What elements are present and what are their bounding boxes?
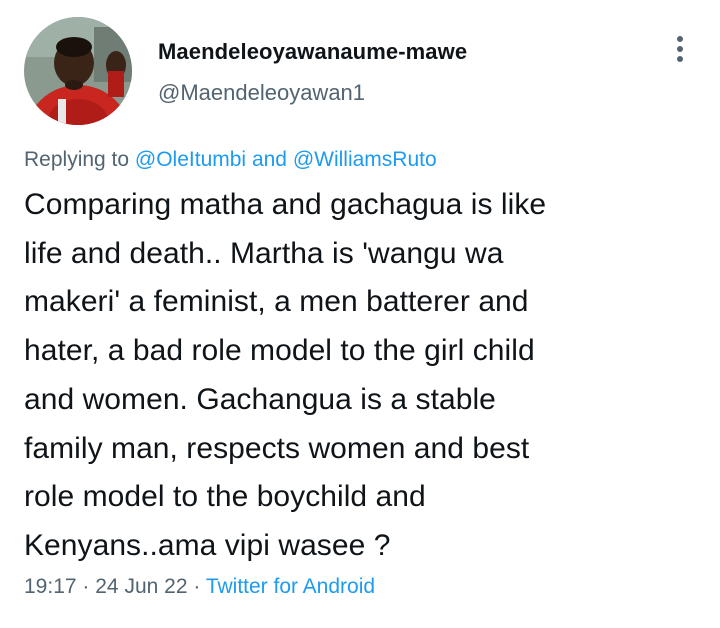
tweet-meta: 19:17 · 24 Jun 22 · Twitter for Android bbox=[24, 572, 375, 602]
author-handle[interactable]: @Maendeleoyawan1 bbox=[158, 80, 467, 106]
avatar[interactable] bbox=[24, 17, 132, 125]
meta-separator: · bbox=[193, 575, 201, 598]
replying-joiner: and bbox=[251, 148, 287, 171]
more-vertical-icon[interactable] bbox=[670, 35, 690, 65]
author-display-name[interactable]: Maendeleoyawanaume-mawe bbox=[158, 37, 467, 67]
tweet: Maendeleoyawanaume-mawe @Maendeleoyawan1… bbox=[0, 0, 720, 628]
replying-to-line: Replying to @OleItumbi and @WilliamsRuto bbox=[24, 145, 437, 175]
replying-prefix: Replying to bbox=[24, 148, 130, 171]
author-names: Maendeleoyawanaume-mawe @Maendeleoyawan1 bbox=[158, 37, 467, 106]
tweet-source-link[interactable]: Twitter for Android bbox=[206, 575, 375, 598]
mention-link-williamsruto[interactable]: @WilliamsRuto bbox=[293, 148, 437, 171]
tweet-time[interactable]: 19:17 bbox=[24, 575, 77, 598]
mention-link-oleitumbi[interactable]: @OleItumbi bbox=[135, 148, 246, 171]
tweet-header: Maendeleoyawanaume-mawe @Maendeleoyawan1 bbox=[24, 17, 696, 127]
tweet-text: Comparing matha and gachagua is like lif… bbox=[24, 188, 547, 562]
tweet-date[interactable]: 24 Jun 22 bbox=[95, 575, 187, 598]
meta-separator: · bbox=[82, 575, 90, 598]
avatar-image bbox=[24, 17, 132, 125]
